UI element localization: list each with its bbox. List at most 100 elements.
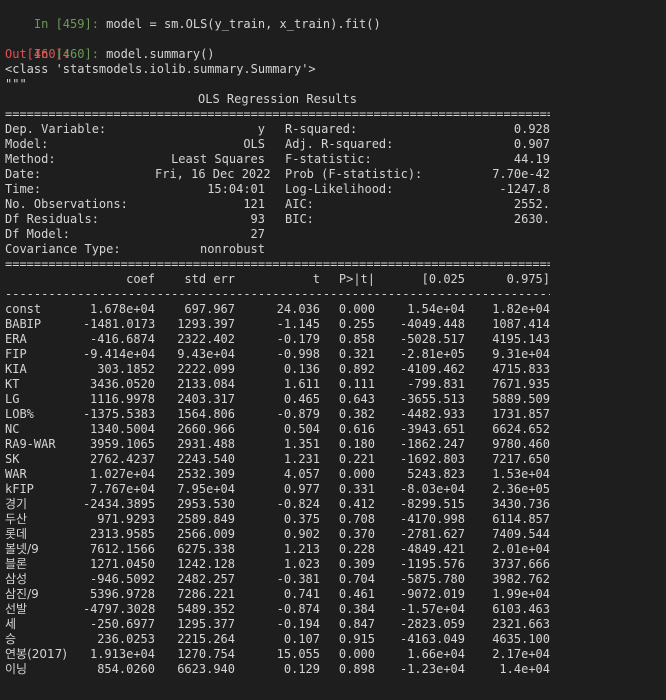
coef-cell: -2823.059	[399, 617, 465, 631]
coef-row: 삼성 -946.5092 2482.257 -0.381 0.704 -5875.780 3…	[5, 572, 661, 587]
cell-460[interactable]: In [460]: model.summary()	[5, 32, 661, 61]
column-header: std err	[184, 272, 235, 286]
column-header: coef	[126, 272, 155, 286]
coef-row: kFIP 7.767e+04 7.95e+04 0.977 0.331 -8.03e+04…	[5, 482, 661, 497]
coef-cell: 7409.544	[492, 527, 550, 541]
coef-cell: 0.892	[338, 362, 375, 376]
code-line[interactable]: model = sm.OLS(y_train, x_train).fit()	[99, 17, 381, 31]
coef-cell: 2953.530	[177, 497, 235, 511]
header-value: -1247.8	[499, 182, 550, 196]
coef-cell: -1481.0173	[83, 317, 156, 331]
coef-cell: -2.81e+05	[399, 347, 465, 361]
coef-row: NC 1340.5004 2660.966 0.504 0.616 -3943.651 66…	[5, 422, 661, 437]
variable-name: 롯데	[5, 527, 28, 541]
coef-cell: -8299.515	[399, 497, 465, 511]
coef-row: ERA -416.6874 2322.402 -0.179 0.858 -5028.517…	[5, 332, 661, 347]
coef-cell: -0.874	[276, 602, 320, 616]
coef-cell: 0.977	[283, 482, 320, 496]
coef-row: 두산 971.9293 2589.849 0.375 0.708 -4170.998 611…	[5, 512, 661, 527]
header-label: Dep. Variable:	[5, 122, 107, 136]
coef-row: 삼진/9 5396.9728 7286.221 0.741 0.461 -9072.019…	[5, 587, 661, 602]
coef-cell: 2215.264	[177, 632, 235, 646]
coef-cell: 0.915	[338, 632, 375, 646]
coef-cell: 0.321	[338, 347, 375, 361]
coef-cell: 0.221	[338, 452, 375, 466]
column-header	[5, 272, 83, 287]
coef-cell: 2566.009	[177, 527, 235, 541]
coef-cell: 0.000	[338, 647, 375, 661]
coef-cell: 1.678e+04	[89, 302, 155, 316]
header-value: 7.70e-42	[492, 167, 550, 181]
input-prompt: In [459]:	[33, 17, 99, 31]
coef-cell: -1.57e+04	[399, 602, 465, 616]
coef-cell: 0.741	[283, 587, 320, 601]
double-rule: ========================================…	[5, 257, 550, 271]
column-header: P>|t|	[338, 272, 375, 286]
header-label: Df Model:	[5, 227, 71, 241]
header-value: 93	[250, 212, 265, 226]
header-row: Method: Least Squares F-statistic: 44.19	[5, 152, 661, 167]
coef-cell: -4170.998	[399, 512, 465, 526]
column-header: t	[312, 272, 320, 286]
coef-cell: 3959.1065	[89, 437, 155, 451]
coef-cell: -4049.448	[399, 317, 465, 331]
summary-title: OLS Regression Results	[198, 92, 357, 106]
notebook: In [459]: model = sm.OLS(y_train, x_trai…	[0, 0, 666, 677]
coef-cell: -5028.517	[399, 332, 465, 346]
coef-cell: 1.231	[283, 452, 320, 466]
coef-cell: 0.136	[283, 362, 320, 376]
coef-cell: 303.1852	[97, 362, 155, 376]
coef-cell: 6114.857	[492, 512, 550, 526]
header-label: Date:	[5, 167, 42, 181]
variable-name: 블론	[5, 557, 28, 571]
coef-cell: 854.0260	[97, 662, 155, 676]
header-label: Covariance Type:	[5, 242, 121, 256]
variable-name: 승	[5, 632, 17, 646]
coef-cell: -0.824	[276, 497, 320, 511]
header-row: Time: 15:04:01 Log-Likelihood: -1247.8	[5, 182, 661, 197]
coef-cell: -1.23e+04	[399, 662, 465, 676]
header-label: Log-Likelihood:	[285, 182, 394, 196]
coef-cell: -4109.462	[399, 362, 465, 376]
header-value: Fri, 16 Dec 2022	[155, 167, 271, 181]
coef-cell: 2532.309	[177, 467, 235, 481]
coef-cell: 1271.0450	[89, 557, 155, 571]
coef-cell: 0.858	[338, 332, 375, 346]
variable-name: 세	[5, 617, 17, 631]
coef-cell: -416.6874	[89, 332, 155, 346]
coef-cell: 2403.317	[177, 392, 235, 406]
coef-cell: 697.967	[184, 302, 235, 316]
coef-cell: 0.370	[338, 527, 375, 541]
header-value: 2630.	[513, 212, 550, 226]
coef-cell: 15.055	[276, 647, 320, 661]
variable-name: 삼진/9	[5, 587, 39, 601]
variable-name: 연봉(2017)	[5, 647, 67, 661]
coef-row: 세 -250.6977 1295.377 -0.194 0.847 -2823.059 23…	[5, 617, 661, 632]
variable-name: 두산	[5, 512, 28, 526]
variable-name: 이닝	[5, 662, 28, 676]
coef-cell: 1242.128	[177, 557, 235, 571]
header-value: 27	[250, 227, 265, 241]
header-row: Date: Fri, 16 Dec 2022 Prob (F-statistic):…	[5, 167, 661, 182]
variable-name: 삼성	[5, 572, 28, 586]
coef-cell: 2.01e+04	[492, 542, 550, 556]
coef-cell: -1.145	[276, 317, 320, 331]
coef-row: 승 236.0253 2215.264 0.107 0.915 -4163.049 4635…	[5, 632, 661, 647]
coef-cell: -0.998	[276, 347, 320, 361]
coef-cell: 4715.833	[492, 362, 550, 376]
code-line[interactable]: model.summary()	[99, 47, 214, 61]
coef-cell: -2434.3895	[83, 497, 156, 511]
coef-cell: 0.107	[283, 632, 320, 646]
cell-459[interactable]: In [459]: model = sm.OLS(y_train, x_trai…	[5, 2, 661, 31]
coef-cell: 5889.509	[492, 392, 550, 406]
coef-row: KT 3436.0520 2133.084 1.611 0.111 -799.831 767…	[5, 377, 661, 392]
header-row: Df Residuals: 93 BIC: 2630.	[5, 212, 661, 227]
coef-row: 롯데 2313.9585 2566.009 0.902 0.370 -2781.627 74…	[5, 527, 661, 542]
coef-row: const 1.678e+04 697.967 24.036 0.000 1.54e+04…	[5, 302, 661, 317]
